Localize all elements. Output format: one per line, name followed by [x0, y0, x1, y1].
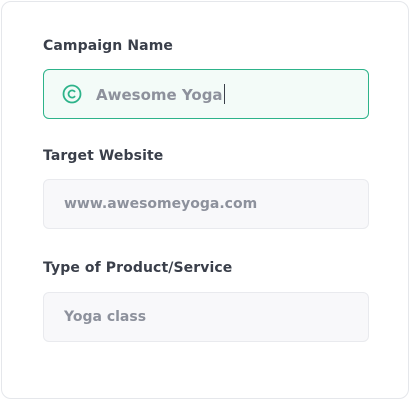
campaign-name-text: Awesome Yoga: [96, 86, 223, 104]
target-website-label: Target Website: [43, 148, 164, 164]
text-caret: [223, 84, 225, 104]
campaign-name-value: Awesome Yoga: [82, 84, 225, 104]
target-website-field[interactable]: www.awesomeyoga.com: [43, 179, 369, 229]
copyright-icon: [62, 84, 82, 104]
product-type-field[interactable]: Yoga class: [43, 292, 369, 342]
campaign-name-field[interactable]: Awesome Yoga: [43, 69, 369, 119]
product-type-label: Type of Product/Service: [43, 260, 233, 276]
campaign-name-label: Campaign Name: [43, 38, 173, 54]
target-website-value: www.awesomeyoga.com: [64, 196, 258, 212]
product-type-value: Yoga class: [64, 309, 147, 325]
